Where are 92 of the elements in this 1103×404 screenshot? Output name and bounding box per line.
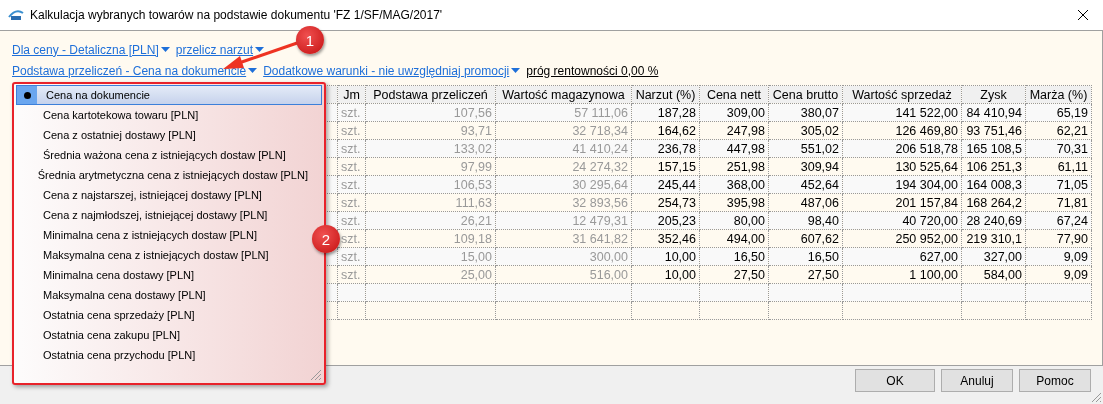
menu-item[interactable]: Cena z ostatniej dostawy [PLN]: [14, 125, 308, 145]
table-cell: 16,50: [699, 247, 769, 266]
table-cell: 109,18: [365, 229, 496, 248]
dialog-button[interactable]: Anuluj: [941, 369, 1013, 392]
table-cell: 516,00: [495, 265, 632, 284]
menu-item[interactable]: Cena na dokumencie: [16, 85, 322, 105]
caret-icon[interactable]: [511, 67, 521, 74]
menu-item[interactable]: Ostatnia cena sprzedaży [PLN]: [14, 305, 308, 325]
dropdown-link[interactable]: Podstawa przeliczeń - Cena na dokumencie: [12, 63, 258, 78]
app-logo-icon: [8, 8, 24, 22]
dropdown-link[interactable]: przelicz narzut: [175, 42, 265, 57]
table-cell: 106 251,3: [961, 157, 1026, 176]
table-cell: 1 100,00: [842, 265, 962, 284]
menu-item[interactable]: Cena z najmłodszej, istniejącej dostawy [PLN]: [14, 205, 308, 225]
table-cell: 487,06: [768, 193, 843, 212]
table-cell: 93,71: [365, 121, 496, 140]
table-cell: 206 518,78: [842, 139, 962, 158]
menu-item[interactable]: Cena z najstarszej, istniejącej dostawy [PLN]: [14, 185, 308, 205]
table-cell: 247,98: [699, 121, 769, 140]
table-cell: szt.: [337, 157, 366, 176]
table-cell: 126 469,80: [842, 121, 962, 140]
table-cell: 250 952,00: [842, 229, 962, 248]
table-cell: 32 893,56: [495, 193, 632, 212]
table-cell: 27,50: [768, 265, 843, 284]
table-cell: szt.: [337, 265, 366, 284]
column-header[interactable]: Wartość sprzedaż: [842, 85, 962, 104]
dialog-button[interactable]: Pomoc: [1019, 369, 1091, 392]
threshold-link[interactable]: próg rentowności 0,00 %: [526, 63, 659, 78]
table-cell: 61,11: [1025, 157, 1092, 176]
menu-item[interactable]: Ostatnia cena zakupu [PLN]: [14, 325, 308, 345]
dropdown-link[interactable]: Dodatkowe warunki - nie uwzględniaj promocji: [263, 63, 521, 78]
table-cell: 309,00: [699, 103, 769, 122]
table-cell: 194 304,00: [842, 175, 962, 194]
table-cell: 219 310,1: [961, 229, 1026, 248]
menu-item[interactable]: Średnia ważona cena z istniejących dostaw [PLN]: [14, 145, 308, 165]
table-cell: 157,15: [631, 157, 700, 176]
table-cell: 130 525,64: [842, 157, 962, 176]
menu-item[interactable]: Średnia arytmetyczna cena z istniejących dostaw [PLN]: [14, 165, 308, 185]
table-cell: 111,63: [365, 193, 496, 212]
table-cell: 254,73: [631, 193, 700, 212]
resize-grip-icon[interactable]: [308, 367, 322, 381]
column-header[interactable]: Cena brutto: [768, 85, 843, 104]
table-cell: 25,00: [365, 265, 496, 284]
column-header[interactable]: Narzut (%): [631, 85, 700, 104]
table-cell: szt.: [337, 121, 366, 140]
table-cell: 584,00: [961, 265, 1026, 284]
table-cell: 62,21: [1025, 121, 1092, 140]
column-header[interactable]: Marża (%): [1025, 85, 1092, 104]
table-cell: 97,99: [365, 157, 496, 176]
dropdown-link[interactable]: Dla ceny - Detaliczna [PLN]: [12, 42, 170, 57]
column-header[interactable]: Jm: [337, 85, 366, 104]
table-cell: 9,09: [1025, 265, 1092, 284]
table-cell: 24 274,32: [495, 157, 632, 176]
table-cell: 141 522,00: [842, 103, 962, 122]
menu-item[interactable]: Maksymalna cena dostawy [PLN]: [14, 285, 308, 305]
table-cell: 447,98: [699, 139, 769, 158]
table-cell: 352,46: [631, 229, 700, 248]
table-cell: 32 718,34: [495, 121, 632, 140]
table-cell: 305,02: [768, 121, 843, 140]
window-title: Kalkulacja wybranych towarów na podstawie dokumentu 'FZ 1/SF/MAG/2017': [30, 8, 444, 22]
table-cell: 164,62: [631, 121, 700, 140]
table-cell: 494,00: [699, 229, 769, 248]
caret-icon[interactable]: [160, 46, 170, 53]
table-cell: 395,98: [699, 193, 769, 212]
table-cell: 201 157,84: [842, 193, 962, 212]
menu-item[interactable]: Cena kartotekowa towaru [PLN]: [14, 105, 308, 125]
table-cell: 251,98: [699, 157, 769, 176]
menu-item[interactable]: Ostatnia cena przychodu [PLN]: [14, 345, 308, 365]
column-header[interactable]: Zysk: [961, 85, 1026, 104]
table-cell: 10,00: [631, 265, 700, 284]
table-cell: 93 751,46: [961, 121, 1026, 140]
dialog-button[interactable]: OK: [855, 369, 935, 392]
table-cell: 607,62: [768, 229, 843, 248]
table-cell: 71,81: [1025, 193, 1092, 212]
table-cell: 627,00: [842, 247, 962, 266]
column-header[interactable]: Cena nett: [699, 85, 769, 104]
table-cell: 40 720,00: [842, 211, 962, 230]
table-cell: 80,00: [699, 211, 769, 230]
caret-icon[interactable]: [255, 46, 265, 53]
table-cell: 168 264,2: [961, 193, 1026, 212]
table-cell: 309,94: [768, 157, 843, 176]
table-cell: 77,90: [1025, 229, 1092, 248]
table-cell: 27,50: [699, 265, 769, 284]
table-cell: 368,00: [699, 175, 769, 194]
close-icon[interactable]: [1077, 9, 1089, 21]
menu-item[interactable]: Minimalna cena z istniejących dostaw [PLN]: [14, 225, 308, 245]
caret-icon[interactable]: [248, 67, 258, 74]
column-header[interactable]: Wartość magazynowa: [495, 85, 632, 104]
table-cell: 31 641,82: [495, 229, 632, 248]
column-header[interactable]: Podstawa przeliczeń: [365, 85, 496, 104]
resize-grip-icon[interactable]: [1090, 391, 1102, 403]
table-cell: szt.: [337, 193, 366, 212]
